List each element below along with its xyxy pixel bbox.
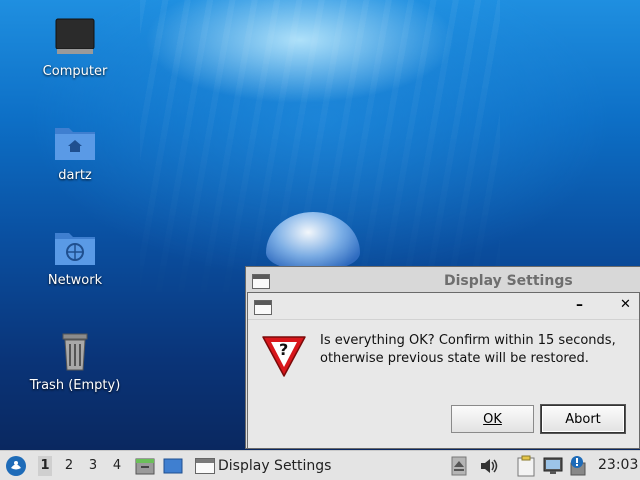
taskbar-task-display-settings[interactable]: Display Settings: [191, 453, 441, 478]
clock[interactable]: 23:03: [598, 457, 638, 473]
abort-button[interactable]: Abort: [541, 405, 625, 433]
workspace-1[interactable]: 1: [38, 456, 52, 476]
window-icon: [254, 300, 272, 315]
task-label: Display Settings: [218, 458, 332, 474]
desktop-icon-label: dartz: [58, 168, 92, 183]
confirm-dialog: – ✕ ? Is everything OK? Confirm within 1…: [247, 292, 640, 449]
trash-icon: [62, 333, 88, 371]
warning-question-mark: ?: [279, 340, 289, 359]
desktop-icon-home-folder[interactable]: dartz: [15, 122, 135, 183]
minimize-icon[interactable]: –: [576, 297, 583, 313]
update-notifier-icon[interactable]: [569, 455, 589, 477]
network-icon[interactable]: [543, 456, 563, 476]
desktop-icon-label: Computer: [42, 64, 108, 79]
eject-icon[interactable]: [451, 456, 467, 476]
file-manager-icon[interactable]: [135, 456, 155, 476]
show-desktop-icon[interactable]: [163, 456, 183, 476]
workspace-3[interactable]: 3: [86, 458, 100, 473]
taskbar: 1 2 3 4 Display Settings 23:03: [0, 450, 640, 480]
computer-icon: [55, 18, 95, 54]
desktop-icon-trash[interactable]: Trash (Empty): [15, 330, 135, 393]
dialog-message-line: otherwise previous state will be restore…: [320, 351, 589, 366]
dialog-titlebar[interactable]: – ✕: [248, 293, 639, 320]
close-icon[interactable]: ✕: [620, 297, 631, 312]
desktop-icon-network[interactable]: Network: [15, 227, 135, 288]
home-folder-icon: [55, 128, 95, 160]
desktop-icon-label: Network: [47, 273, 103, 288]
window-icon: [252, 274, 270, 289]
window-icon: [195, 458, 215, 474]
start-menu-icon[interactable]: [5, 455, 27, 477]
workspace-4[interactable]: 4: [110, 458, 124, 473]
workspace-2[interactable]: 2: [62, 458, 76, 473]
ok-button[interactable]: OK: [451, 405, 534, 433]
desktop-icon-label: Trash (Empty): [29, 378, 121, 393]
desktop-icon-computer[interactable]: Computer: [15, 16, 135, 79]
network-folder-icon: [55, 233, 95, 265]
dialog-message: Is everything OK? Confirm within 15 seco…: [320, 332, 616, 368]
dialog-message-line: Is everything OK? Confirm within 15 seco…: [320, 333, 616, 348]
display-settings-titlebar[interactable]: Display Settings: [246, 267, 640, 293]
window-title: Display Settings: [444, 273, 573, 289]
clipboard-icon[interactable]: [515, 455, 537, 477]
volume-icon[interactable]: [479, 456, 499, 476]
